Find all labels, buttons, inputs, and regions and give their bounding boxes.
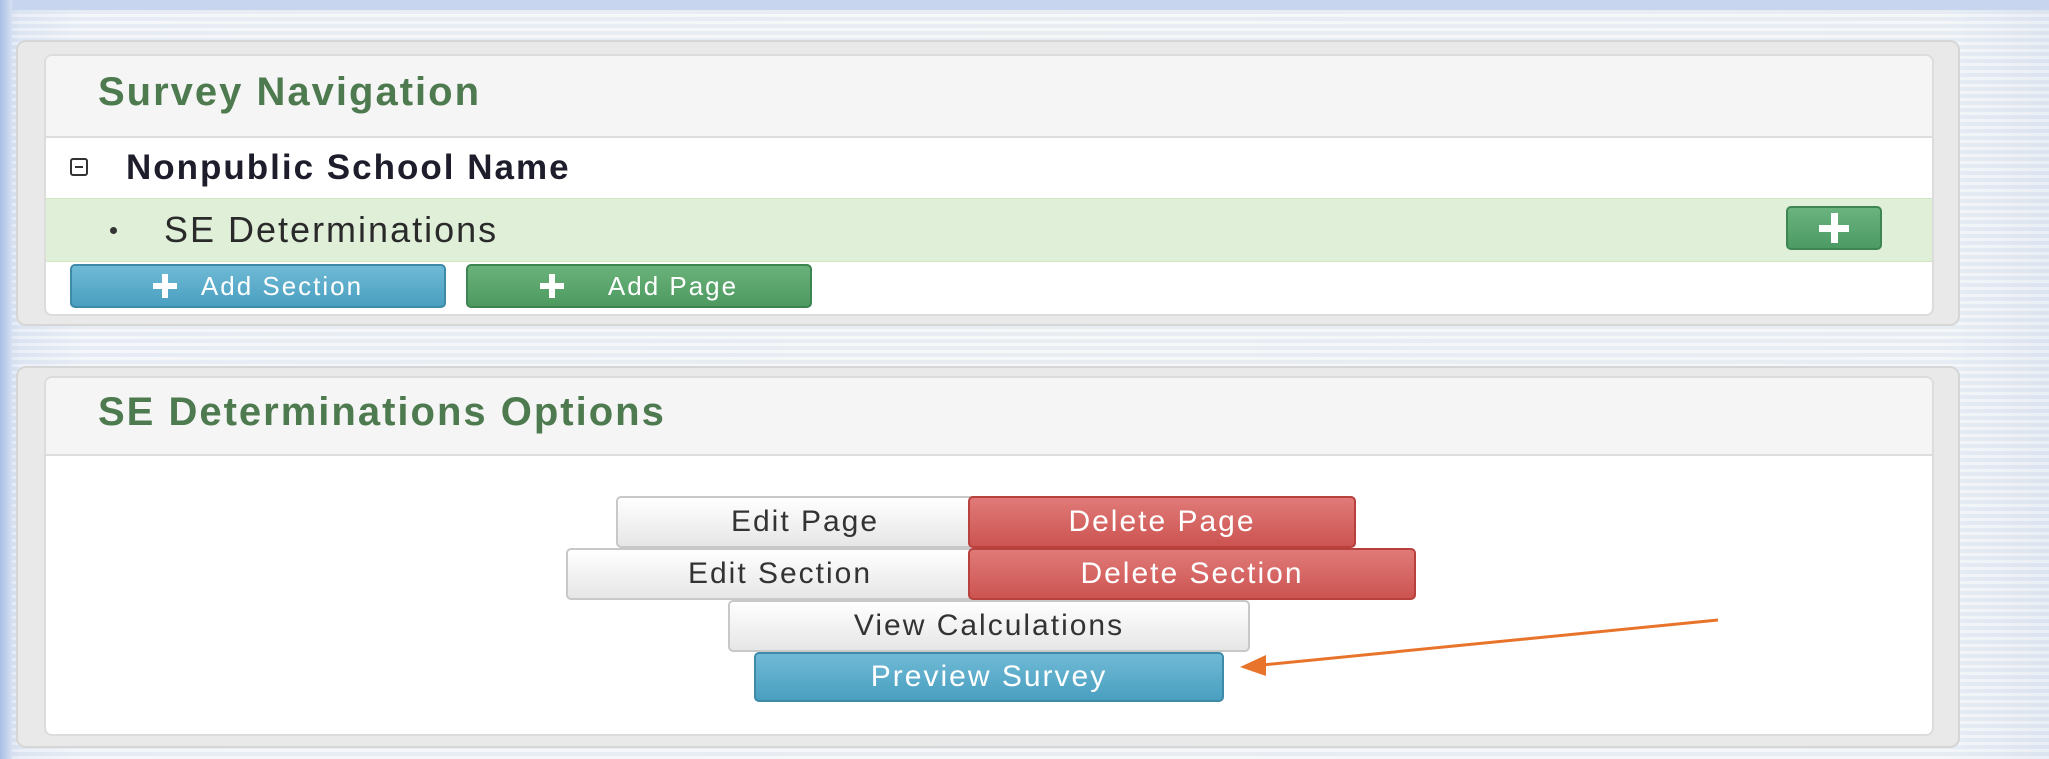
options-panel: SE Determinations Options Edit Page Dele…: [44, 376, 1934, 736]
plus-icon: [1819, 213, 1849, 243]
plus-icon: [152, 274, 177, 298]
preview-survey-button[interactable]: Preview Survey: [754, 652, 1224, 702]
add-section-label: Add Section: [200, 270, 364, 301]
page-left-edge: [0, 0, 12, 759]
tree-item-se-determinations[interactable]: SE Determinations: [46, 198, 1932, 262]
add-page-button[interactable]: Add Page: [466, 264, 812, 308]
view-calculations-button[interactable]: View Calculations: [728, 600, 1250, 652]
page-top-strip: [0, 0, 2049, 10]
navigation-panel-heading: Survey Navigation: [46, 56, 1932, 138]
tree-root-node[interactable]: Nonpublic School Name: [46, 140, 1932, 198]
delete-page-button[interactable]: Delete Page: [968, 496, 1356, 548]
navigation-panel-title: Survey Navigation: [98, 70, 482, 114]
add-item-button[interactable]: [1786, 206, 1882, 250]
options-panel-title: SE Determinations Options: [98, 390, 666, 434]
plus-icon: [539, 274, 564, 298]
edit-page-button[interactable]: Edit Page: [616, 496, 994, 548]
tree-root-label[interactable]: Nonpublic School Name: [126, 148, 571, 188]
minus-square-icon[interactable]: [70, 158, 88, 176]
options-panel-heading: SE Determinations Options: [46, 378, 1932, 456]
navigation-panel: Survey Navigation Nonpublic School Name …: [44, 54, 1934, 316]
bullet-icon: [110, 227, 117, 234]
add-page-label: Add Page: [607, 270, 739, 301]
edit-section-button[interactable]: Edit Section: [566, 548, 994, 600]
tree-item-label[interactable]: SE Determinations: [164, 209, 498, 251]
add-section-button[interactable]: Add Section: [70, 264, 446, 308]
delete-section-button[interactable]: Delete Section: [968, 548, 1416, 600]
